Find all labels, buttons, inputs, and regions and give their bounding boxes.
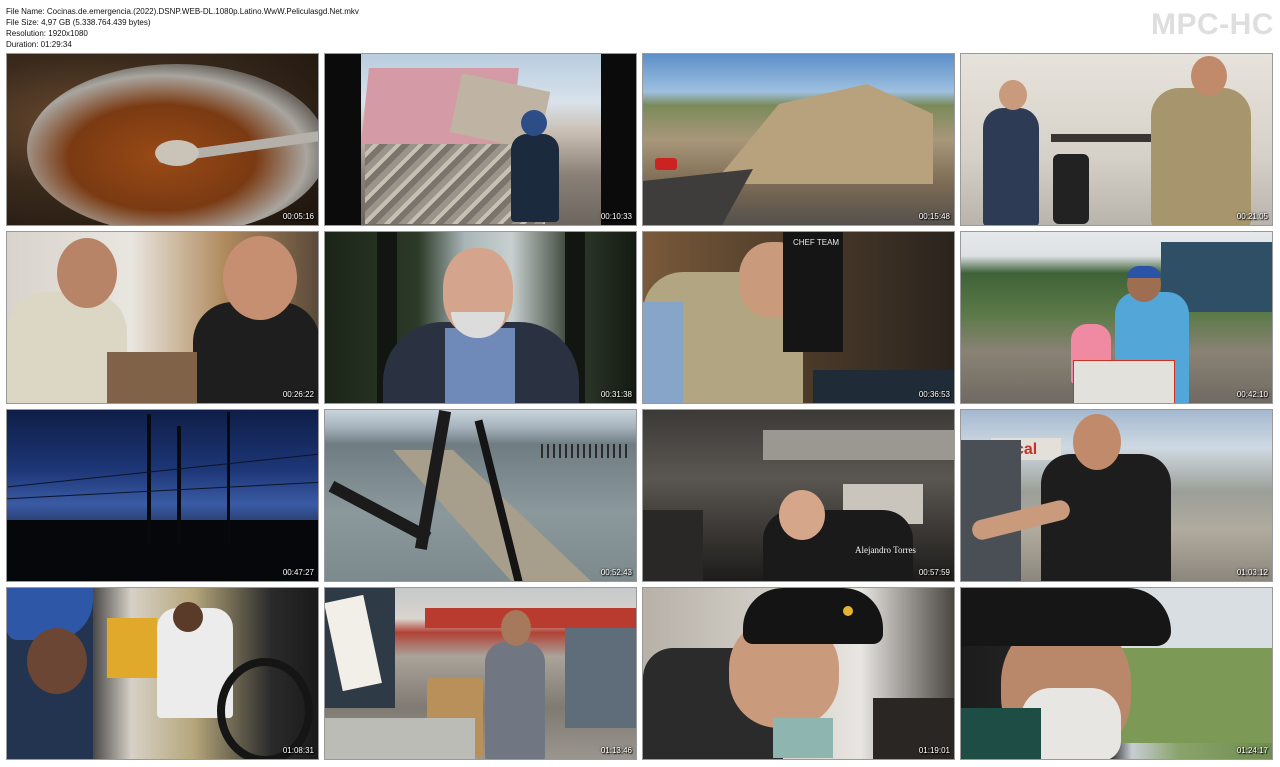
thumbnail-image: opical [961,410,1272,581]
thumbnail-image [643,54,954,225]
file-info-header: File Name: Cocinas.de.emergencia.(2022).… [6,6,906,52]
video-thumbnail[interactable]: 00:26:22 [6,231,319,404]
timestamp-label: 00:42:10 [1236,390,1268,399]
thumbnail-image: CHEF TEAM [643,232,954,403]
thumbnail-image [643,588,954,759]
video-thumbnail[interactable]: 00:42:10 [960,231,1273,404]
timestamp-label: 01:24:17 [1236,746,1268,755]
video-thumbnail[interactable]: CHEF TEAM 00:36:53 [642,231,955,404]
timestamp-label: 00:10:33 [600,212,632,221]
thumbnail-image [7,588,318,759]
file-name-label: File Name: Cocinas.de.emergencia.(2022).… [6,7,359,16]
thumbnail-image [7,410,318,581]
video-thumbnail[interactable]: 00:21:05 [960,53,1273,226]
thumbnail-image [961,588,1272,759]
name-caption: Alejandro Torres [855,545,916,555]
timestamp-label: 00:26:22 [282,390,314,399]
video-thumbnail[interactable]: 01:24:17 [960,587,1273,760]
timestamp-label: 00:05:16 [282,212,314,221]
timestamp-label: 00:36:53 [918,390,950,399]
video-thumbnail[interactable]: 00:05:16 [6,53,319,226]
timestamp-label: 00:21:05 [1236,212,1268,221]
timestamp-label: 00:15:48 [918,212,950,221]
chef-team-badge: CHEF TEAM [793,238,840,247]
timestamp-label: 00:57:59 [918,568,950,577]
mpc-hc-logo-text: MPC-HC [1151,8,1274,41]
thumbnail-image [325,410,636,581]
video-thumbnail[interactable]: 00:15:48 [642,53,955,226]
thumbnail-image [325,588,636,759]
video-thumbnail[interactable]: 01:13:46 [324,587,637,760]
video-thumbnail[interactable]: 00:31:38 [324,231,637,404]
video-thumbnail[interactable]: 00:52:43 [324,409,637,582]
timestamp-label: 01:03:12 [1236,568,1268,577]
resolution-label: Resolution: 1920x1080 [6,29,88,38]
thumbnail-image: Alejandro Torres [643,410,954,581]
duration-label: Duration: 01:29:34 [6,40,72,49]
thumbnail-grid: 00:05:16 00:10:33 00:15:48 00:21:05 00:2… [6,53,1274,761]
timestamp-label: 00:52:43 [600,568,632,577]
timestamp-label: 01:13:46 [600,746,632,755]
timestamp-label: 00:47:27 [282,568,314,577]
file-size-label: File Size: 4,97 GB (5.338.764.439 bytes) [6,18,151,27]
thumbnail-image [961,232,1272,403]
timestamp-label: 01:08:31 [282,746,314,755]
thumbnail-image [325,232,636,403]
thumbnail-image [7,54,318,225]
video-thumbnail[interactable]: Alejandro Torres 00:57:59 [642,409,955,582]
timestamp-label: 01:19:01 [918,746,950,755]
video-thumbnail[interactable]: 00:47:27 [6,409,319,582]
thumbnail-image [961,54,1272,225]
video-thumbnail[interactable]: opical 01:03:12 [960,409,1273,582]
video-thumbnail[interactable]: 01:19:01 [642,587,955,760]
video-thumbnail[interactable]: 00:10:33 [324,53,637,226]
thumbnail-image [7,232,318,403]
video-thumbnail[interactable]: 01:08:31 [6,587,319,760]
timestamp-label: 00:31:38 [600,390,632,399]
thumbnail-image [325,54,636,225]
